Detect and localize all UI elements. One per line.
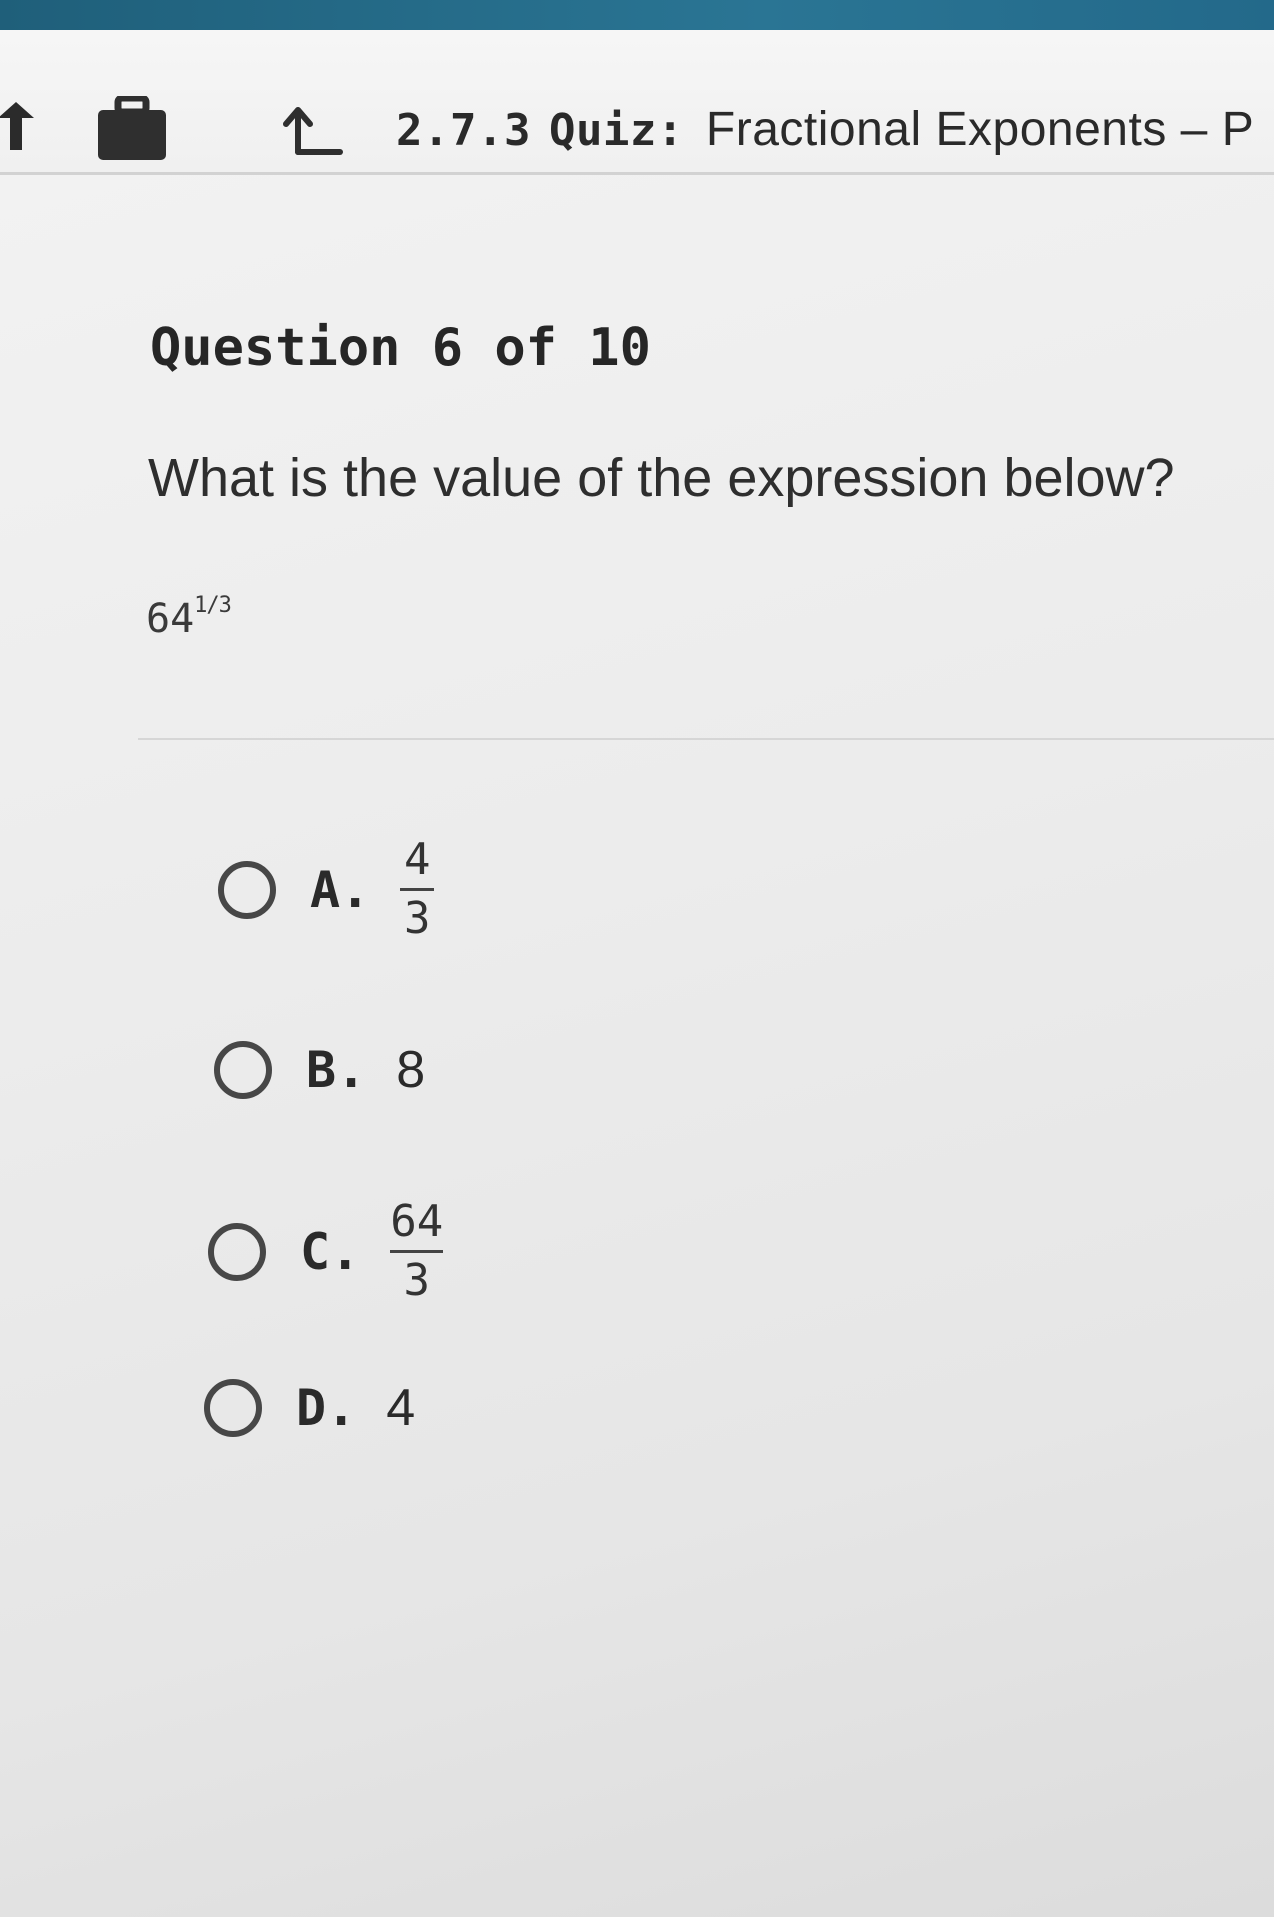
fraction-a-bar [400,888,435,891]
answer-option-b[interactable]: B. 8 [214,1040,425,1100]
fraction-c-denominator: 3 [403,1255,430,1306]
option-value-b: 8 [396,1041,426,1099]
radio-button-d[interactable] [204,1379,262,1437]
fraction-c: 64 3 [390,1196,444,1306]
option-letter-d: D. [296,1379,357,1437]
upload-arrow-icon[interactable] [280,102,344,160]
answer-option-d[interactable]: D. 4 [204,1378,415,1438]
fraction-a: 4 3 [400,834,435,944]
expression-base: 64 [146,596,195,642]
math-expression: 641/3 [146,592,232,642]
back-arrow-icon[interactable] [0,98,34,154]
breadcrumb: 2.7.3 Quiz: Fractional Exponents – P [396,102,1254,157]
question-counter: Question 6 of 10 [150,318,651,378]
fraction-a-numerator: 4 [403,834,431,885]
radio-button-c[interactable] [208,1222,266,1281]
quiz-label: Quiz: [548,105,684,156]
answer-option-a[interactable]: A. 4 3 [218,834,435,944]
briefcase-icon[interactable] [96,94,168,162]
answer-option-c[interactable]: C. 64 3 [208,1196,444,1306]
radio-button-b[interactable] [214,1041,272,1099]
quiz-header: 2.7.3 Quiz: Fractional Exponents – P [0,30,1274,175]
fraction-c-numerator: 64 [390,1196,444,1247]
expression-exponent: 1/3 [194,592,232,618]
option-letter-b: B. [306,1041,367,1099]
fraction-c-bar [390,1250,444,1253]
option-letter-a: A. [310,860,371,919]
option-letter-c: C. [300,1222,361,1281]
radio-button-a[interactable] [218,860,276,919]
quiz-title: Fractional Exponents – P [705,103,1255,156]
section-number: 2.7.3 [396,105,531,156]
top-color-strip [0,0,1274,30]
question-prompt: What is the value of the expression belo… [148,448,1175,508]
divider [138,738,1274,740]
option-value-d: 4 [386,1379,416,1437]
fraction-a-denominator: 3 [403,893,431,944]
